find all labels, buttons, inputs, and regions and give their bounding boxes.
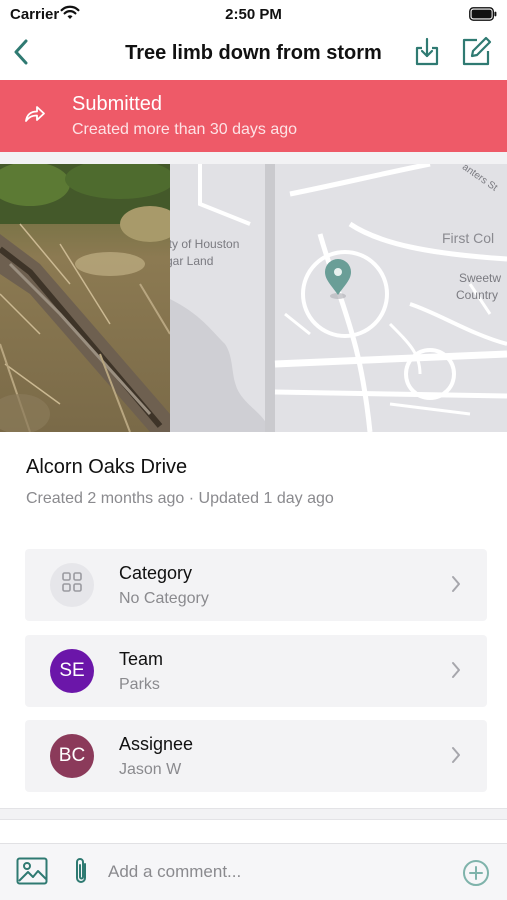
svg-text:First Col: First Col <box>442 230 494 246</box>
assignee-value: Jason W <box>119 761 182 778</box>
status-subtitle: Created more than 30 days ago <box>72 121 298 138</box>
share-arrow-icon <box>24 104 46 129</box>
download-icon <box>413 37 441 72</box>
report-meta: Created 2 months ago · Updated 1 day ago <box>26 490 334 507</box>
svg-text:ity of Houston: ity of Houston <box>170 237 239 251</box>
team-value: Parks <box>119 676 160 693</box>
team-title: Team <box>119 649 164 669</box>
edit-button[interactable] <box>458 36 494 72</box>
status-label: Submitted <box>72 93 163 115</box>
add-photo-button[interactable] <box>16 857 48 890</box>
edit-icon <box>460 36 492 73</box>
chevron-right-icon <box>451 575 461 598</box>
location-title: Alcorn Oaks Drive <box>26 456 188 478</box>
download-button[interactable] <box>410 36 444 72</box>
paperclip-icon <box>72 858 90 890</box>
status-bar: Carrier 2:50 PM <box>0 0 507 30</box>
assignee-avatar: BC <box>50 734 94 778</box>
nav-bar: Tree limb down from storm <box>0 30 507 80</box>
battery-icon <box>469 7 497 26</box>
assignee-row[interactable]: BC Assignee Jason W <box>25 720 487 792</box>
svg-text:Sweetw: Sweetw <box>459 271 501 285</box>
attach-file-button[interactable] <box>72 856 90 891</box>
status-banner: Submitted Created more than 30 days ago <box>0 80 507 152</box>
media-row: ity of Houston gar Land First Col Sweetw… <box>0 164 507 432</box>
page-title: Tree limb down from storm <box>125 42 382 64</box>
chevron-right-icon <box>451 661 461 684</box>
report-photo[interactable] <box>0 164 170 432</box>
chevron-right-icon <box>451 746 461 769</box>
section-gap <box>0 152 507 164</box>
team-row[interactable]: SE Team Parks <box>25 635 487 707</box>
category-row[interactable]: Category No Category <box>25 549 487 621</box>
add-comment-button[interactable] <box>462 859 490 892</box>
plus-circle-icon <box>462 860 490 891</box>
section-divider <box>0 808 507 820</box>
back-button[interactable] <box>6 36 36 72</box>
location-map: ity of Houston gar Land First Col Sweetw… <box>170 164 507 432</box>
clock: 2:50 PM <box>225 6 282 23</box>
chevron-left-icon <box>13 39 29 70</box>
image-icon <box>16 857 48 889</box>
assignee-title: Assignee <box>119 734 194 754</box>
category-title: Category <box>119 563 193 583</box>
grid-icon <box>62 572 82 598</box>
fallen-limb-photo <box>0 164 170 432</box>
comment-input[interactable] <box>108 854 438 890</box>
comment-bar <box>0 843 507 900</box>
team-avatar: SE <box>50 649 94 693</box>
svg-text:gar Land: gar Land <box>170 254 213 268</box>
report-map[interactable]: ity of Houston gar Land First Col Sweetw… <box>170 164 507 432</box>
category-avatar <box>50 563 94 607</box>
category-value: No Category <box>119 590 209 607</box>
svg-text:Country: Country <box>456 288 498 302</box>
